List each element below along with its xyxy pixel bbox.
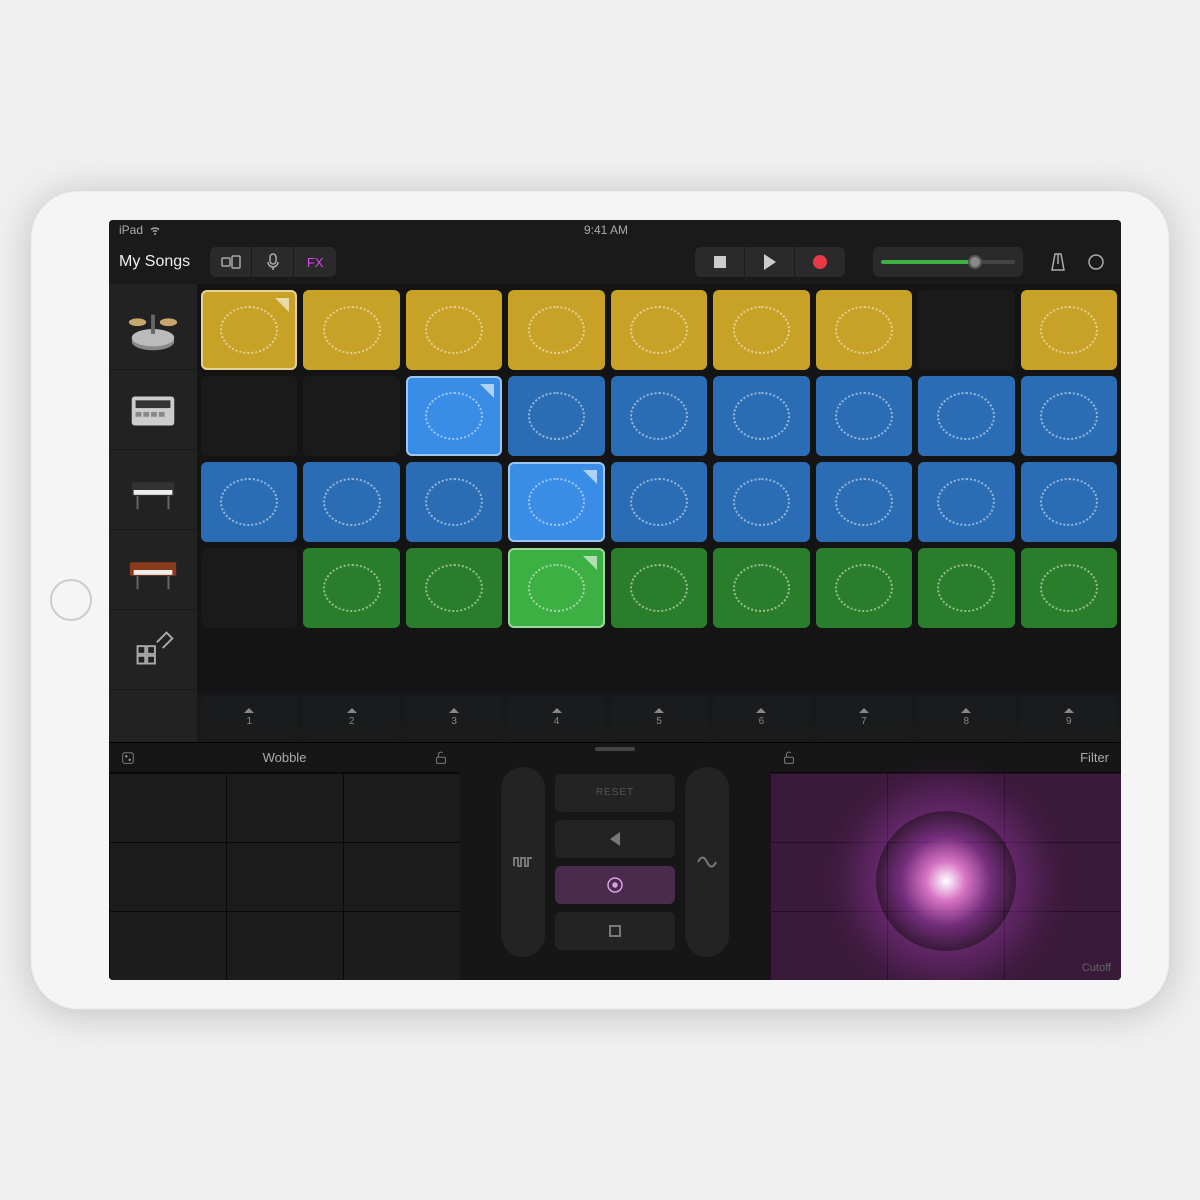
wobble-xy-pad[interactable] [109,773,460,980]
loop-cell[interactable] [1021,462,1117,542]
toolbar: My Songs FX [109,240,1121,284]
fx-left-label: Wobble [145,750,424,765]
browser-button[interactable] [210,247,252,277]
dice-icon[interactable] [121,751,135,765]
wifi-icon [149,224,161,236]
loop-cell[interactable] [201,548,297,628]
scene-trigger-row: 123456789 [197,692,1121,742]
app-screen: iPad 9:41 AM My Songs FX [109,220,1121,980]
loop-cell[interactable] [201,376,297,456]
loop-cell[interactable] [611,376,707,456]
home-button[interactable] [50,579,92,621]
scene-trigger[interactable]: 4 [508,696,604,738]
drag-handle-icon[interactable] [595,747,635,751]
fx-center-controls: RESET [460,743,770,980]
time-label: 9:41 AM [584,223,628,237]
loop-cell[interactable] [918,376,1014,456]
loop-cell[interactable] [406,290,502,370]
back-button[interactable]: My Songs [119,253,190,271]
ipad-frame: iPad 9:41 AM My Songs FX [30,190,1170,1010]
loop-cell[interactable] [611,290,707,370]
track-sampler[interactable] [109,370,197,450]
play-button[interactable] [745,247,795,277]
loop-cell[interactable] [713,548,809,628]
filter-xy-pad[interactable]: Cutoff [770,773,1121,980]
loop-cell[interactable] [303,548,399,628]
metronome-button[interactable] [1043,247,1073,277]
loop-row [201,290,1117,370]
gate-ribbon[interactable] [501,767,545,957]
loop-cell[interactable] [406,376,502,456]
loop-cell[interactable] [816,376,912,456]
filter-ribbon[interactable] [685,767,729,957]
scene-trigger[interactable]: 3 [406,696,502,738]
loop-cell[interactable] [406,548,502,628]
loop-cell[interactable] [406,462,502,542]
loop-cell[interactable] [713,462,809,542]
xy-axis-label: Cutoff [1082,962,1111,974]
loop-cell[interactable] [816,548,912,628]
device-label: iPad [119,223,143,237]
loop-cell[interactable] [611,462,707,542]
loop-cell[interactable] [713,376,809,456]
scene-trigger[interactable]: 2 [303,696,399,738]
loop-cell[interactable] [303,462,399,542]
fx-button[interactable]: FX [294,247,336,277]
loop-cell[interactable] [611,548,707,628]
loop-cell[interactable] [1021,376,1117,456]
loop-cell[interactable] [1021,290,1117,370]
scene-trigger[interactable]: 9 [1021,696,1117,738]
reverse-button[interactable] [555,820,675,858]
loop-cell[interactable] [508,462,604,542]
track-sidebar [109,284,197,742]
track-fx-edit[interactable] [109,610,197,690]
fx-panel: Wobble RESET [109,742,1121,980]
loop-row [201,548,1117,628]
loop-cell[interactable] [918,290,1014,370]
view-mode-group: FX [210,247,336,277]
transport-controls [695,247,845,277]
loop-cell[interactable] [303,290,399,370]
loop-cell[interactable] [816,290,912,370]
scene-trigger[interactable]: 8 [918,696,1014,738]
loop-cell[interactable] [201,462,297,542]
loop-cell[interactable] [918,548,1014,628]
volume-slider[interactable] [873,247,1023,277]
fx-right-label: Filter [806,750,1109,765]
reset-button[interactable]: RESET [555,774,675,812]
track-keyboard[interactable] [109,450,197,530]
mic-button[interactable] [252,247,294,277]
scene-trigger[interactable]: 6 [713,696,809,738]
fx-right-pad: Filter Cutoff [770,743,1121,980]
loop-row [201,462,1117,542]
scratch-button[interactable] [555,866,675,904]
loop-cell[interactable] [1021,548,1117,628]
loop-cell[interactable] [303,376,399,456]
loop-cell[interactable] [918,462,1014,542]
track-drums[interactable] [109,290,197,370]
loop-cell[interactable] [508,548,604,628]
stop-fx-button[interactable] [555,912,675,950]
xy-touch-glow [876,811,1016,951]
loop-cell[interactable] [201,290,297,370]
settings-button[interactable] [1081,247,1111,277]
record-button[interactable] [795,247,845,277]
loop-cell[interactable] [816,462,912,542]
fx-left-pad: Wobble [109,743,460,980]
stop-button[interactable] [695,247,745,277]
loop-cell[interactable] [713,290,809,370]
loop-row [201,376,1117,456]
live-loops-grid: 123456789 [197,284,1121,742]
loop-cell[interactable] [508,290,604,370]
scene-trigger[interactable]: 7 [816,696,912,738]
track-synth[interactable] [109,530,197,610]
lock-open-icon[interactable] [782,751,796,765]
lock-open-icon[interactable] [434,751,448,765]
loop-cell[interactable] [508,376,604,456]
scene-trigger[interactable]: 5 [611,696,707,738]
main-area: 123456789 [109,284,1121,742]
status-bar: iPad 9:41 AM [109,220,1121,240]
scene-trigger[interactable]: 1 [201,696,297,738]
